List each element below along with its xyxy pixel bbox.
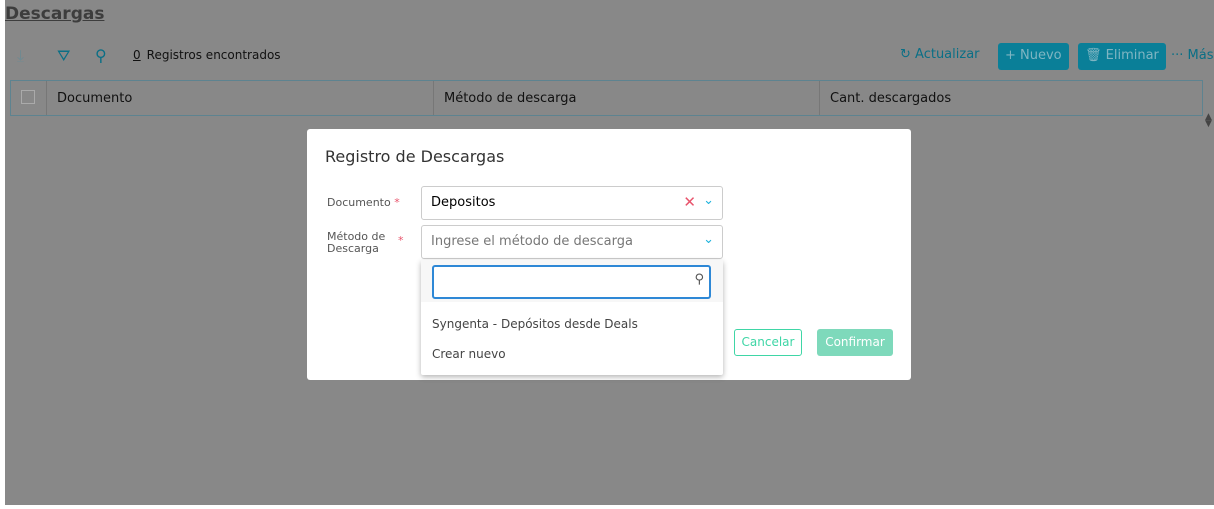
documento-label-text: Documento bbox=[327, 196, 391, 209]
documento-value: Depositos bbox=[431, 195, 496, 210]
metodo-placeholder: Ingrese el método de descarga bbox=[431, 234, 633, 249]
records-count: 0 Registros encontrados bbox=[133, 48, 281, 62]
select-all-checkbox[interactable] bbox=[21, 90, 35, 104]
more-button[interactable]: ··· Más bbox=[1171, 48, 1214, 63]
dialog-title: Registro de Descargas bbox=[325, 147, 505, 166]
count-value: 0 bbox=[133, 48, 141, 62]
confirm-button[interactable]: Confirmar bbox=[817, 329, 893, 356]
option-syngenta[interactable]: Syngenta - Depósitos desde Deals bbox=[432, 317, 638, 331]
clear-icon[interactable]: ✕ bbox=[683, 193, 696, 211]
required-mark: * bbox=[398, 234, 404, 247]
documento-label: Documento * bbox=[327, 197, 400, 209]
refresh-icon: ↻ bbox=[900, 47, 916, 62]
refresh-button[interactable]: ↻ Actualizar bbox=[900, 47, 980, 62]
trash-icon: 🗑 bbox=[1085, 48, 1106, 63]
col-cant[interactable]: Cant. descargados bbox=[820, 81, 1202, 115]
count-label: Registros encontrados bbox=[146, 48, 281, 62]
option-crear-nuevo[interactable]: Crear nuevo bbox=[432, 347, 506, 361]
col-documento[interactable]: Documento bbox=[47, 81, 434, 115]
chevron-down-icon[interactable]: ⌄ bbox=[703, 232, 714, 247]
cancel-button[interactable]: Cancelar bbox=[734, 329, 802, 356]
plus-icon: + bbox=[1005, 48, 1021, 63]
refresh-label: Actualizar bbox=[915, 47, 980, 62]
new-label: Nuevo bbox=[1020, 48, 1062, 63]
metodo-select[interactable]: Ingrese el método de descarga ⌄ bbox=[421, 225, 723, 259]
metodo-dropdown: ⚲ Syngenta - Depósitos desde Deals Crear… bbox=[421, 260, 723, 375]
delete-label: Eliminar bbox=[1105, 48, 1159, 63]
search-icon[interactable]: ⚲ bbox=[95, 46, 107, 65]
page-title[interactable]: Descargas bbox=[5, 4, 104, 24]
download-icon[interactable]: ⤓ bbox=[17, 46, 24, 66]
dropdown-search-area: ⚲ bbox=[421, 260, 723, 302]
dropdown-search-input[interactable]: ⚲ bbox=[432, 265, 711, 299]
search-icon: ⚲ bbox=[694, 272, 704, 287]
table-header: Documento Método de descarga Cant. desca… bbox=[10, 80, 1203, 116]
required-mark: * bbox=[394, 196, 400, 209]
delete-button[interactable]: 🗑 Eliminar bbox=[1078, 43, 1166, 70]
documento-select[interactable]: Depositos ✕ ⌄ bbox=[421, 186, 723, 220]
metodo-label-line2: Descarga bbox=[327, 242, 379, 255]
new-button[interactable]: + Nuevo bbox=[998, 43, 1069, 70]
filter-icon[interactable]: ⛛ bbox=[57, 46, 70, 66]
select-all-cell bbox=[11, 81, 47, 115]
col-metodo[interactable]: Método de descarga bbox=[434, 81, 820, 115]
more-label: Más bbox=[1187, 48, 1214, 63]
metodo-label: Método de Descarga bbox=[327, 231, 385, 255]
ellipsis-icon: ··· bbox=[1171, 48, 1188, 63]
chevron-down-icon[interactable]: ⌄ bbox=[703, 193, 714, 208]
sort-icon[interactable]: ▲ ▼ bbox=[1205, 113, 1212, 129]
